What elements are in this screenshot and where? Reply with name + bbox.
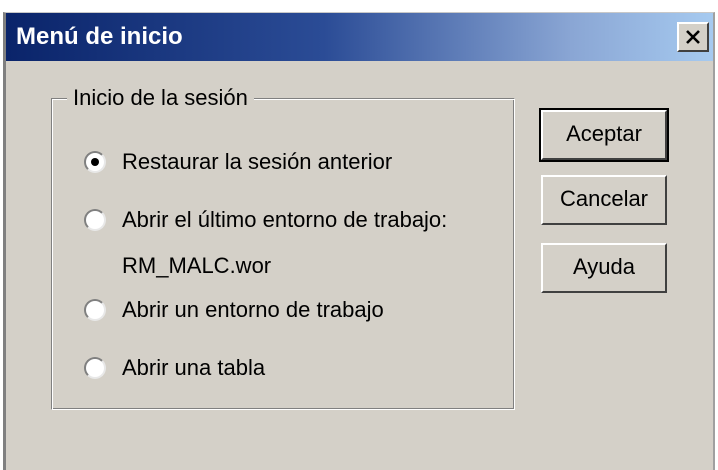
option-label: Restaurar la sesión anterior bbox=[122, 149, 393, 174]
close-button[interactable] bbox=[677, 22, 709, 52]
radio-button[interactable] bbox=[84, 299, 106, 321]
help-button[interactable]: Ayuda bbox=[541, 243, 667, 293]
window-title: Menú de inicio bbox=[16, 23, 183, 50]
radio-selected-icon bbox=[91, 158, 99, 166]
option-label: Abrir un entorno de trabajo bbox=[122, 297, 384, 322]
title-bar[interactable]: Menú de inicio bbox=[6, 13, 713, 61]
session-start-group bbox=[51, 98, 515, 410]
radio-button[interactable] bbox=[84, 151, 106, 173]
close-icon bbox=[686, 30, 700, 44]
radio-button[interactable] bbox=[84, 357, 106, 379]
radio-button[interactable] bbox=[84, 209, 106, 231]
option-label: Abrir el último entorno de trabajo: bbox=[122, 207, 448, 232]
option-label: Abrir una tabla bbox=[122, 355, 266, 380]
last-workspace-filename: RM_MALC.wor bbox=[122, 253, 272, 278]
cancel-button[interactable]: Cancelar bbox=[541, 175, 667, 225]
accept-button[interactable]: Aceptar bbox=[539, 108, 669, 162]
group-legend: Inicio de la sesión bbox=[67, 84, 254, 112]
